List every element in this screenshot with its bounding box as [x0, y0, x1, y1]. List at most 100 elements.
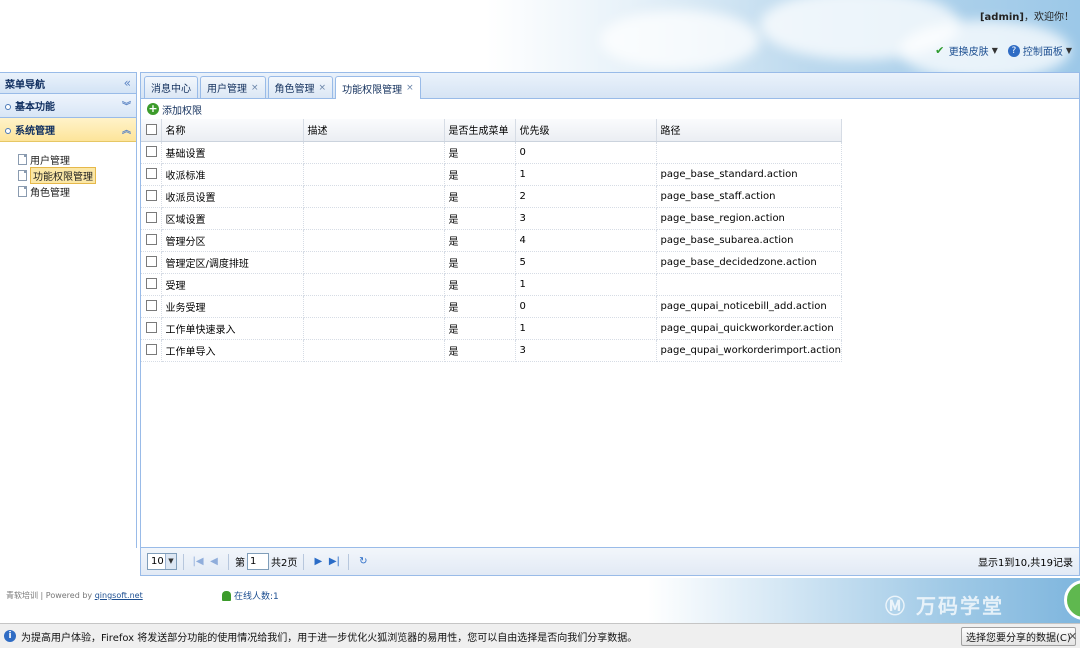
row-checkbox[interactable] — [141, 317, 162, 340]
cell-path: page_base_decidedzone.action — [656, 251, 842, 274]
row-checkbox[interactable] — [141, 339, 162, 362]
row-checkbox[interactable] — [141, 207, 162, 230]
column-header[interactable]: 名称 — [161, 119, 304, 142]
previous-page-icon[interactable]: ◀ — [206, 556, 222, 567]
last-page-icon[interactable]: ▶| — [326, 556, 342, 567]
floating-badge — [1064, 580, 1080, 620]
permission-table: 名称 描述 是否生成菜单 优先级 路径 基础设置 是 0 收派标准 是 1 pa… — [141, 119, 842, 362]
cell-generate-menu: 是 — [444, 339, 516, 362]
close-icon[interactable]: ✕ — [1068, 630, 1077, 643]
cell-description — [303, 141, 445, 164]
double-chevron-up-icon[interactable]: ︽ — [122, 123, 131, 136]
powered-prefix: 青软培训 | Powered by — [6, 591, 95, 600]
pagination-bar: 10 ▼ |◀ ◀ 第 共2页 ▶ ▶| ↻ 显示1到10,共19记录 — [141, 547, 1079, 575]
tab-role-management[interactable]: 角色管理 × — [267, 76, 334, 98]
column-header[interactable]: 描述 — [303, 119, 445, 142]
total-pages-label: 共2页 — [271, 558, 298, 569]
row-checkbox[interactable] — [141, 163, 162, 186]
table-row[interactable]: 工作单导入 是 3 page_qupai_workorderimport.act… — [141, 339, 842, 362]
next-page-icon[interactable]: ▶ — [310, 556, 326, 567]
cell-path: page_base_staff.action — [656, 185, 842, 208]
column-header[interactable]: 优先级 — [515, 119, 657, 142]
cell-generate-menu: 是 — [444, 141, 516, 164]
tab-label: 功能权限管理 — [342, 84, 403, 96]
cell-name: 工作单导入 — [161, 339, 304, 362]
control-panel-menu[interactable]: ? 控制面板 ▼ — [1007, 43, 1072, 58]
cell-description — [303, 317, 445, 340]
table-row[interactable]: 收派员设置 是 2 page_base_staff.action — [141, 185, 842, 208]
tree-item-function-permission[interactable]: 功能权限管理 — [18, 166, 136, 184]
tab-message-center[interactable]: 消息中心 — [144, 76, 198, 98]
powered-link[interactable]: qingsoft.net — [95, 591, 143, 600]
cell-name: 收派员设置 — [161, 185, 304, 208]
cell-path: page_qupai_noticebill_add.action — [656, 295, 842, 318]
table-row[interactable]: 工作单快速录入 是 1 page_qupai_quickworkorder.ac… — [141, 317, 842, 340]
row-checkbox[interactable] — [141, 273, 162, 296]
accordion-system-management[interactable]: 系统管理 ︽ — [0, 118, 136, 142]
add-permission-button[interactable]: + 添加权限 — [141, 99, 1079, 119]
separator — [348, 553, 350, 570]
row-checkbox[interactable] — [141, 141, 162, 164]
table-row[interactable]: 受理 是 1 — [141, 273, 842, 296]
cell-generate-menu: 是 — [444, 251, 516, 274]
bullet-icon — [5, 128, 11, 134]
cell-priority: 5 — [515, 251, 657, 274]
cell-generate-menu: 是 — [444, 273, 516, 296]
cell-description — [303, 185, 445, 208]
online-users: 在线人数:1 — [222, 589, 279, 602]
cell-priority: 1 — [515, 163, 657, 186]
nav-tree: 用户管理 功能权限管理 角色管理 — [0, 142, 136, 199]
row-checkbox[interactable] — [141, 229, 162, 252]
cell-description — [303, 339, 445, 362]
separator — [183, 553, 184, 570]
page-size-select[interactable]: 10 ▼ — [147, 553, 177, 570]
table-row[interactable]: 区域设置 是 3 page_base_region.action — [141, 207, 842, 230]
cell-description — [303, 207, 445, 230]
tab-function-permission[interactable]: 功能权限管理 × — [335, 76, 421, 99]
collapse-left-icon[interactable]: « — [124, 76, 131, 90]
close-icon[interactable]: × — [251, 83, 259, 93]
share-data-button[interactable]: 选择您要分享的数据(C) — [961, 627, 1076, 646]
column-header[interactable]: 是否生成菜单 — [444, 119, 516, 142]
table-row[interactable]: 业务受理 是 0 page_qupai_noticebill_add.actio… — [141, 295, 842, 318]
table-row[interactable]: 管理分区 是 4 page_base_subarea.action — [141, 229, 842, 252]
accordion-basic-functions[interactable]: 基本功能 ︾ — [0, 94, 136, 118]
table-row[interactable]: 基础设置 是 0 — [141, 141, 842, 164]
column-header[interactable]: 路径 — [656, 119, 842, 142]
cell-priority: 1 — [515, 317, 657, 340]
row-checkbox[interactable] — [141, 295, 162, 318]
cell-priority: 3 — [515, 207, 657, 230]
current-page-input[interactable] — [247, 553, 269, 570]
page-header: [admin]，欢迎你！ ✔ 更换皮肤 ▼ ? 控制面板 ▼ — [0, 0, 1080, 72]
cell-name: 收派标准 — [161, 163, 304, 186]
add-icon: + — [147, 102, 159, 115]
select-all-checkbox[interactable] — [141, 119, 162, 142]
tab-label: 消息中心 — [151, 84, 191, 95]
close-icon[interactable]: × — [319, 83, 327, 93]
cell-description — [303, 163, 445, 186]
cell-name: 管理分区 — [161, 229, 304, 252]
cell-generate-menu: 是 — [444, 295, 516, 318]
user-icon — [222, 590, 231, 601]
cell-path: page_base_standard.action — [656, 163, 842, 186]
close-icon[interactable]: × — [406, 83, 414, 93]
tree-item-user-management[interactable]: 用户管理 — [18, 151, 136, 167]
row-checkbox[interactable] — [141, 251, 162, 274]
cell-path: page_base_region.action — [656, 207, 842, 230]
tab-user-management[interactable]: 用户管理 × — [200, 76, 266, 98]
tree-item-label: 角色管理 — [30, 187, 70, 199]
first-page-icon[interactable]: |◀ — [190, 556, 206, 567]
cell-name: 基础设置 — [161, 141, 304, 164]
change-skin-menu[interactable]: ✔ 更换皮肤 ▼ — [934, 43, 998, 58]
row-checkbox[interactable] — [141, 185, 162, 208]
cell-priority: 2 — [515, 185, 657, 208]
cell-path: page_qupai_workorderimport.action — [656, 339, 842, 362]
tab-bar: 消息中心 用户管理 × 角色管理 × 功能权限管理 × — [141, 73, 1079, 99]
refresh-icon[interactable]: ↻ — [355, 556, 371, 567]
table-row[interactable]: 收派标准 是 1 page_base_standard.action — [141, 163, 842, 186]
tree-item-role-management[interactable]: 角色管理 — [18, 183, 136, 199]
double-chevron-down-icon[interactable]: ︾ — [122, 99, 131, 112]
welcome-text: [admin]，欢迎你！ — [980, 8, 1074, 23]
table-row[interactable]: 管理定区/调度排班 是 5 page_base_decidedzone.acti… — [141, 251, 842, 274]
dropdown-arrow-icon[interactable]: ▼ — [165, 554, 176, 569]
